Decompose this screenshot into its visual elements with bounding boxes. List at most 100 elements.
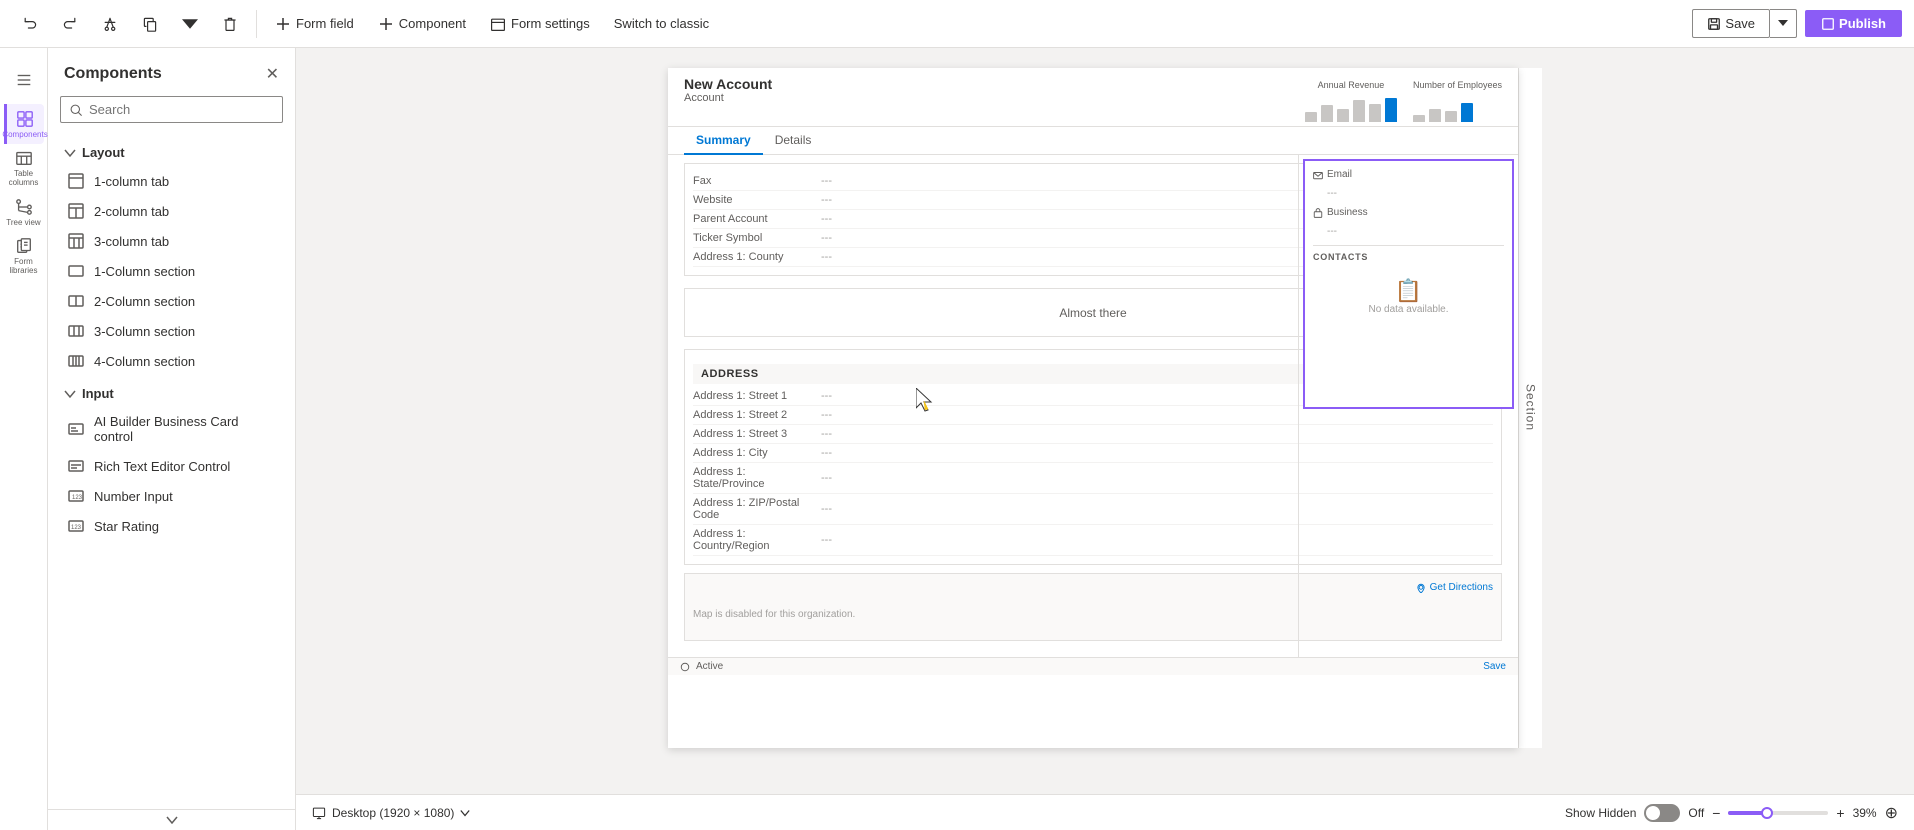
street3-value: --- [821, 428, 832, 440]
zip-label: Address 1: ZIP/Postal Code [693, 497, 813, 521]
monitor-icon [312, 806, 326, 820]
county-label: Address 1: County [693, 251, 813, 263]
2col-tab-icon [68, 203, 84, 219]
nav-hamburger[interactable] [4, 60, 44, 100]
contacts-empty-area: 📋 No data available. [1313, 262, 1504, 331]
device-label: Desktop (1920 × 1080) [332, 806, 454, 820]
device-chevron-icon [460, 809, 470, 817]
input-chevron-icon [64, 388, 76, 400]
component-3col-section[interactable]: 3-Column section [52, 316, 291, 346]
zoom-slider[interactable] [1728, 811, 1828, 815]
contacts-area: CONTACTS 📋 No data available. [1313, 245, 1504, 331]
dropdown-copy-button[interactable] [172, 10, 208, 38]
3col-section-label: 3-Column section [94, 324, 195, 339]
2col-section-icon [68, 293, 84, 309]
star-rating-icon: 123 [68, 518, 84, 534]
city-value: --- [821, 447, 832, 459]
panel-close-button[interactable]: ✕ [266, 64, 279, 84]
revenue-label: Annual Revenue [1305, 80, 1397, 90]
delete-button[interactable] [212, 10, 248, 38]
component-ai-builder[interactable]: AI Builder Business Card control [52, 407, 291, 451]
panel-title: Components [64, 65, 162, 83]
right-section-panel[interactable]: Section [1518, 68, 1542, 748]
form-field-label: Form field [296, 16, 354, 31]
nav-libraries-label: Form libraries [4, 257, 44, 275]
search-input[interactable] [89, 102, 274, 117]
zoom-increase-icon[interactable]: + [1836, 805, 1844, 821]
input-section-header[interactable]: Input [48, 376, 295, 407]
rich-text-label: Rich Text Editor Control [94, 459, 230, 474]
1col-tab-label: 1-column tab [94, 174, 169, 189]
component-rich-text[interactable]: Rich Text Editor Control [52, 451, 291, 481]
add-form-field-button[interactable]: Form field [265, 10, 364, 38]
bottom-bar: Desktop (1920 × 1080) Show Hidden Off − … [296, 794, 1914, 830]
business-field-row: Business [1313, 207, 1504, 218]
redo-button[interactable] [52, 10, 88, 38]
3col-tab-icon [68, 233, 84, 249]
website-value: --- [821, 194, 832, 206]
panel-scroll: Layout 1-column tab 2-column tab 3-colum… [48, 135, 295, 809]
form-settings-button[interactable]: Form settings [480, 10, 600, 38]
save-button[interactable]: Save [1692, 9, 1770, 38]
4col-section-icon [68, 353, 84, 369]
nav-form-libraries[interactable]: Form libraries [4, 236, 44, 276]
form-charts-area: Annual Revenue Number of Emp [1305, 76, 1502, 126]
emp-bar-3 [1445, 111, 1457, 122]
street1-label: Address 1: Street 1 [693, 390, 813, 402]
component-number-input[interactable]: 123 Number Input [52, 481, 291, 511]
toggle-state-label: Off [1688, 806, 1704, 820]
zoom-level: 39% [1853, 806, 1877, 820]
revenue-bars [1305, 94, 1397, 122]
ticker-value: --- [821, 232, 832, 244]
right-section-selected[interactable]: Email --- Business --- CONTACTS [1303, 159, 1514, 409]
component-label: Component [399, 16, 466, 31]
switch-classic-button[interactable]: Switch to classic [604, 10, 719, 37]
layout-section-header[interactable]: Layout [48, 135, 295, 166]
copy-button[interactable] [132, 10, 168, 38]
zoom-decrease-icon[interactable]: − [1712, 805, 1720, 821]
country-value: --- [821, 534, 832, 546]
component-2col-section[interactable]: 2-Column section [52, 286, 291, 316]
nav-table-label: Table columns [4, 169, 44, 187]
nav-table-columns[interactable]: Table columns [4, 148, 44, 188]
nav-tree-view[interactable]: Tree view [4, 192, 44, 232]
street1-value: --- [821, 390, 832, 402]
show-hidden-toggle[interactable] [1644, 804, 1680, 822]
status-icon [680, 662, 690, 672]
save-dropdown-button[interactable] [1770, 9, 1797, 38]
status-text: Active [696, 661, 723, 672]
tab-details[interactable]: Details [763, 127, 824, 155]
tab-summary[interactable]: Summary [684, 127, 763, 155]
cut-button[interactable] [92, 10, 128, 38]
toolbar: Form field Component Form settings Switc… [0, 0, 1914, 48]
component-star-rating[interactable]: 123 Star Rating [52, 511, 291, 541]
device-selector[interactable]: Desktop (1920 × 1080) [312, 806, 470, 820]
zoom-fit-icon[interactable]: ⊕ [1885, 803, 1898, 823]
employees-chart: Number of Employees [1413, 80, 1502, 126]
bar-6 [1385, 98, 1397, 122]
form-preview: New Account Account Annual Revenue [668, 68, 1518, 748]
component-2col-tab[interactable]: 2-column tab [52, 196, 291, 226]
publish-button[interactable]: Publish [1805, 10, 1902, 37]
component-4col-section[interactable]: 4-Column section [52, 346, 291, 376]
form-subtitle: Account [684, 92, 772, 104]
street2-value: --- [821, 409, 832, 421]
1col-section-label: 1-Column section [94, 264, 195, 279]
emp-bar-1 [1413, 115, 1425, 122]
nav-components[interactable]: Components [4, 104, 44, 144]
4col-section-label: 4-Column section [94, 354, 195, 369]
form-title: New Account [684, 76, 772, 92]
component-1col-section[interactable]: 1-Column section [52, 256, 291, 286]
number-input-label: Number Input [94, 489, 173, 504]
nav-tree-label: Tree view [6, 218, 40, 227]
undo-button[interactable] [12, 10, 48, 38]
emp-bar-2 [1429, 109, 1441, 122]
components-panel: Components ✕ Layout 1-column tab 2-colum… [48, 48, 296, 830]
form-header-area: New Account Account Annual Revenue [668, 68, 1518, 127]
component-3col-tab[interactable]: 3-column tab [52, 226, 291, 256]
status-save[interactable]: Save [1483, 661, 1506, 672]
publish-label: Publish [1839, 16, 1886, 31]
component-1col-tab[interactable]: 1-column tab [52, 166, 291, 196]
bar-3 [1337, 109, 1349, 122]
add-component-button[interactable]: Component [368, 10, 476, 38]
